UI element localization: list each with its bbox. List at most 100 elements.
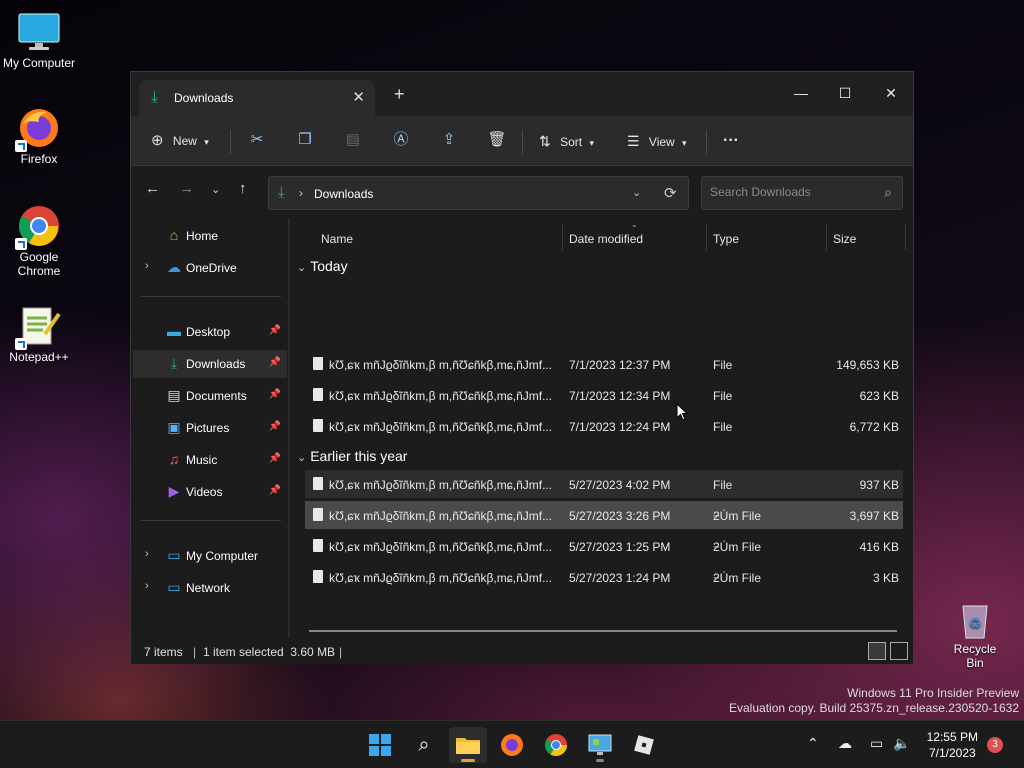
file-date: 5/27/2023 3:26 PM — [569, 509, 671, 523]
column-divider[interactable] — [706, 224, 707, 250]
rename-icon[interactable]: Ⓐ — [389, 128, 413, 152]
firefox-icon — [501, 734, 523, 756]
status-bar: 7 items | 1 item selected 3.60 MB | — [131, 638, 913, 664]
details-view-icon[interactable] — [868, 642, 886, 660]
close-window-button[interactable]: ✕ — [868, 78, 914, 108]
desktop-folder-icon: ▬ — [167, 323, 181, 339]
new-tab-button[interactable]: + — [394, 84, 405, 105]
horizontal-scrollbar[interactable] — [309, 630, 897, 632]
breadcrumb-chevron-icon[interactable]: › — [299, 186, 303, 200]
address-dropdown-icon[interactable]: ⌄ — [632, 186, 641, 199]
show-hidden-icons-chevron-icon[interactable]: ⌃ — [807, 735, 819, 752]
address-bar[interactable]: ⤓ › Downloads ⌄ ⟳ — [268, 176, 689, 210]
sidebar-divider — [141, 296, 281, 297]
sidebar-item-videos[interactable]: ▶ Videos 📌 — [133, 478, 287, 506]
view-label: View — [648, 135, 675, 149]
new-button[interactable]: ⊕ New ▾ — [151, 129, 209, 153]
forward-arrow-icon[interactable]: → — [179, 180, 194, 197]
desktop-icon-my-computer[interactable]: My Computer — [1, 10, 77, 70]
refresh-icon[interactable]: ⟳ — [664, 184, 677, 202]
table-row[interactable]: kƱ,ɕҡ mñJϱδĩñkm,β m,ñƱɕñkβ,mɕ,ñJmf... 7/… — [305, 412, 903, 440]
mouse-cursor-icon — [676, 403, 688, 421]
up-arrow-icon[interactable]: ↑ — [239, 180, 247, 197]
back-arrow-icon[interactable]: ← — [145, 180, 160, 197]
firefox-icon — [15, 106, 61, 152]
breadcrumb-downloads[interactable]: Downloads — [314, 187, 373, 201]
group-header-earlier[interactable]: ⌄ Earlier this year — [297, 448, 407, 464]
expand-chevron-icon[interactable]: › — [145, 580, 149, 592]
sidebar-item-home[interactable]: ⌂ Home — [133, 222, 287, 250]
delete-icon[interactable]: 🗑 — [485, 128, 509, 152]
recent-locations-chevron-icon[interactable]: ⌄ — [211, 183, 220, 196]
search-box[interactable]: ⌕ — [701, 176, 903, 210]
search-button[interactable]: ⌕ — [405, 727, 443, 763]
notification-badge[interactable]: 3 — [987, 737, 1003, 753]
search-input[interactable] — [710, 185, 870, 199]
column-header-date[interactable]: Date modified — [569, 232, 643, 246]
desktop-icon-notepadpp[interactable]: Notepad++ — [1, 304, 77, 364]
taskbar-chrome[interactable] — [537, 727, 575, 763]
paste-icon[interactable]: ▤ — [341, 128, 365, 152]
maximize-button[interactable]: ☐ — [822, 78, 868, 108]
table-row[interactable]: kƱ,ɕҡ mñJϱδĩñkm,β m,ñƱɕñkβ,mɕ,ñJmf... 7/… — [305, 381, 903, 409]
view-icon: ☰ — [627, 133, 640, 149]
sort-label: Sort — [560, 135, 583, 149]
navigation-pane: ⌂ Home › ☁ OneDrive ▬ Desktop 📌 ⤓ Downlo… — [131, 218, 289, 638]
start-button[interactable] — [361, 727, 399, 763]
taskbar-firefox[interactable] — [493, 727, 531, 763]
file-name: kƱ,ɕҡ mñJϱδĩñkm,β m,ñƱɕñkβ,mɕ,ñJmf... — [329, 478, 553, 492]
column-divider[interactable] — [826, 224, 827, 250]
taskbar-roblox[interactable] — [625, 727, 663, 763]
clock[interactable]: 12:55 PM 7/1/2023 — [927, 729, 978, 761]
sidebar-item-music[interactable]: ♫ Music 📌 — [133, 446, 287, 474]
running-indicator — [596, 759, 604, 762]
shortcut-arrow-icon — [15, 238, 27, 250]
windows-watermark: Windows 11 Pro Insider Preview Evaluatio… — [729, 686, 1019, 716]
column-divider[interactable] — [905, 224, 906, 250]
view-button[interactable]: ☰ View ▾ — [627, 129, 687, 153]
network-icon[interactable]: ▭ — [870, 735, 883, 752]
tab-downloads[interactable]: ⤓ Downloads ✕ — [139, 80, 375, 116]
column-divider[interactable] — [562, 224, 563, 250]
desktop-icon-chrome[interactable]: Google Chrome — [1, 204, 77, 278]
expand-chevron-icon[interactable]: › — [145, 548, 149, 560]
group-header-today[interactable]: ⌄ Today — [297, 258, 348, 274]
desktop-icon-firefox[interactable]: Firefox — [1, 106, 77, 166]
file-name: kƱ,ɕҡ mñJϱδĩñkm,β m,ñƱɕñkβ,mɕ,ñJmf... — [329, 509, 553, 523]
taskbar-control-panel[interactable] — [581, 727, 619, 763]
file-name: kƱ,ɕҡ mñJϱδĩñkm,β m,ñƱɕñkβ,mɕ,ñJmf... — [329, 389, 553, 403]
copy-icon[interactable]: ❐ — [293, 128, 317, 152]
tiles-view-icon[interactable] — [890, 642, 908, 660]
taskbar-file-explorer[interactable] — [449, 727, 487, 763]
sidebar-item-network[interactable]: › ▭ Network — [133, 574, 287, 602]
file-size: 416 KB — [859, 540, 899, 554]
more-options-button[interactable]: ··· — [723, 129, 739, 153]
sidebar-item-onedrive[interactable]: › ☁ OneDrive — [133, 254, 287, 282]
table-row[interactable]: kƱ,ɕҡ mñJϱδĩñkm,β m,ñƱɕñkβ,mɕ,ñJmf... 5/… — [305, 532, 903, 560]
sidebar-item-downloads[interactable]: ⤓ Downloads 📌 — [133, 350, 287, 378]
onedrive-offline-icon[interactable]: ☁ — [838, 735, 852, 752]
sidebar-item-pictures[interactable]: ▣ Pictures 📌 — [133, 414, 287, 442]
column-header-size[interactable]: Size — [833, 232, 856, 246]
sort-button[interactable]: ⇅ Sort ▾ — [539, 129, 594, 153]
share-icon[interactable]: ⇪ — [437, 128, 461, 152]
minimize-button[interactable]: — — [778, 78, 824, 108]
column-header-type[interactable]: Type — [713, 232, 739, 246]
table-row[interactable]: kƱ,ɕҡ mñJϱδĩñkm,β m,ñƱɕñkβ,mɕ,ñJmf... 5/… — [305, 470, 903, 498]
expand-chevron-icon[interactable]: › — [145, 260, 149, 272]
search-icon[interactable]: ⌕ — [884, 184, 892, 201]
cut-icon[interactable]: ✂ — [245, 128, 269, 152]
desktop-icon-recycle-bin[interactable]: ♻ Recycle Bin — [944, 598, 1006, 670]
pane-splitter[interactable] — [288, 218, 290, 638]
table-row[interactable]: kƱ,ɕҡ mñJϱδĩñkm,β m,ñƱɕñkβ,mɕ,ñJmf... 5/… — [305, 501, 903, 529]
sidebar-item-desktop[interactable]: ▬ Desktop 📌 — [133, 318, 287, 346]
volume-icon[interactable]: 🔈 — [893, 735, 910, 752]
close-tab-icon[interactable]: ✕ — [352, 88, 365, 106]
title-bar: ⤓ Downloads ✕ + — ☐ ✕ — [131, 72, 913, 116]
sort-icon: ⇅ — [539, 133, 551, 149]
table-row[interactable]: kƱ,ɕҡ mñJϱδĩñkm,β m,ñƱɕñkβ,mɕ,ñJmf... 5/… — [305, 563, 903, 591]
column-header-name[interactable]: Name — [321, 232, 353, 246]
table-row[interactable]: kƱ,ɕҡ mñJϱδĩñkm,β m,ñƱɕñkβ,mɕ,ñJmf... 7/… — [305, 350, 903, 378]
sidebar-item-my-computer[interactable]: › ▭ My Computer — [133, 542, 287, 570]
sidebar-item-documents[interactable]: ▤ Documents 📌 — [133, 382, 287, 410]
